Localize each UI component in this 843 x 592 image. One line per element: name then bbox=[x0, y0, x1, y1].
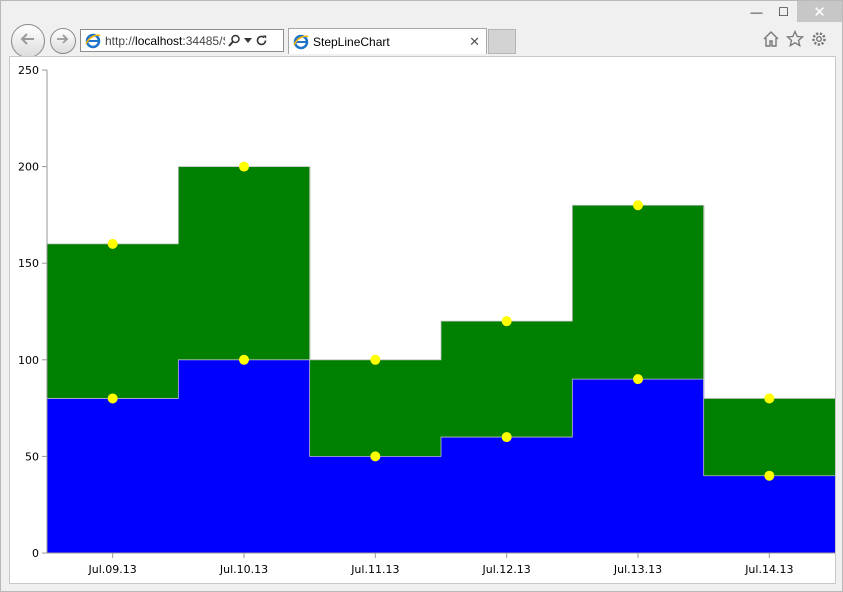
marker-series1-4 bbox=[633, 374, 643, 385]
x-tick-label-4: Jul.13.13 bbox=[613, 563, 662, 576]
maximize-button[interactable]: ☐ bbox=[770, 1, 797, 22]
bar-series2-5 bbox=[703, 398, 836, 476]
x-tick-label-3: Jul.12.13 bbox=[482, 563, 531, 576]
x-tick-label-2: Jul.11.13 bbox=[350, 563, 399, 576]
close-window-button[interactable]: ✕ bbox=[797, 1, 842, 22]
bar-series1-2 bbox=[309, 456, 442, 553]
marker-series2-0 bbox=[107, 238, 118, 249]
y-tick-label-0: 0 bbox=[32, 547, 39, 560]
home-icon[interactable] bbox=[762, 30, 780, 48]
page-viewport: 0 50 100 150 200 250 Jul.09.13 Jul.10.13 Jul.11.… bbox=[9, 56, 836, 584]
marker-series2-1 bbox=[239, 161, 249, 172]
tab-title: StepLineChart bbox=[313, 34, 390, 49]
browser-window: — ☐ ✕ http://localhost:34485/StepLineCha… bbox=[0, 0, 843, 592]
ie-icon bbox=[85, 33, 101, 49]
y-tick-label-3: 150 bbox=[18, 257, 39, 270]
marker-series1-5 bbox=[764, 470, 775, 481]
minimize-button[interactable]: — bbox=[743, 1, 770, 22]
back-button[interactable] bbox=[11, 24, 45, 58]
marker-series2-5 bbox=[764, 393, 775, 404]
marker-series1-2 bbox=[370, 451, 381, 462]
x-tick-label-5: Jul.14.13 bbox=[744, 563, 793, 576]
bar-series2-2 bbox=[309, 359, 442, 457]
bar-series2-4 bbox=[572, 205, 705, 380]
browser-toolbar bbox=[762, 30, 828, 48]
y-tick-label-5: 250 bbox=[18, 64, 39, 77]
marker-series1-3 bbox=[501, 432, 512, 443]
marker-series2-2 bbox=[370, 354, 381, 365]
url-text[interactable]: http://localhost:34485/S bbox=[105, 34, 225, 48]
bar-series1-4 bbox=[572, 379, 705, 553]
refresh-icon[interactable] bbox=[255, 34, 268, 47]
marker-series1-0 bbox=[107, 393, 118, 404]
bar-series2-1 bbox=[178, 166, 311, 360]
bar-series2-3 bbox=[441, 321, 573, 438]
step-line-chart: 0 50 100 150 200 250 Jul.09.13 Jul.10.13 Jul.11.… bbox=[18, 64, 836, 576]
x-tick-label-0: Jul.09.13 bbox=[88, 563, 137, 576]
ie-icon bbox=[293, 34, 309, 50]
bar-series1-5 bbox=[703, 475, 836, 553]
search-icon[interactable] bbox=[228, 34, 241, 47]
address-bar[interactable]: http://localhost:34485/S bbox=[80, 29, 284, 52]
y-tick-label-4: 200 bbox=[18, 161, 39, 174]
marker-series2-4 bbox=[633, 200, 643, 211]
caption-controls: — ☐ ✕ bbox=[743, 1, 842, 23]
gear-icon[interactable] bbox=[810, 30, 828, 48]
bar-series2-0 bbox=[47, 243, 179, 399]
marker-series1-1 bbox=[239, 354, 249, 365]
chevron-down-icon[interactable] bbox=[244, 37, 252, 44]
y-tick-label-2: 100 bbox=[18, 354, 39, 367]
marker-series2-3 bbox=[501, 316, 512, 327]
bar-series1-3 bbox=[441, 437, 573, 553]
forward-arrow-icon bbox=[55, 31, 71, 52]
x-tick-label-1: Jul.10.13 bbox=[219, 563, 268, 576]
forward-button[interactable] bbox=[50, 28, 76, 54]
bar-series1-0 bbox=[47, 398, 179, 553]
bar-series1-1 bbox=[178, 359, 311, 553]
y-tick-label-1: 50 bbox=[25, 450, 39, 463]
back-arrow-icon bbox=[18, 29, 38, 54]
tab-close-button[interactable]: ✕ bbox=[469, 34, 480, 50]
tab-steplinechart[interactable]: StepLineChart ✕ bbox=[288, 28, 487, 54]
new-tab-button[interactable] bbox=[488, 29, 516, 54]
star-icon[interactable] bbox=[786, 30, 804, 48]
